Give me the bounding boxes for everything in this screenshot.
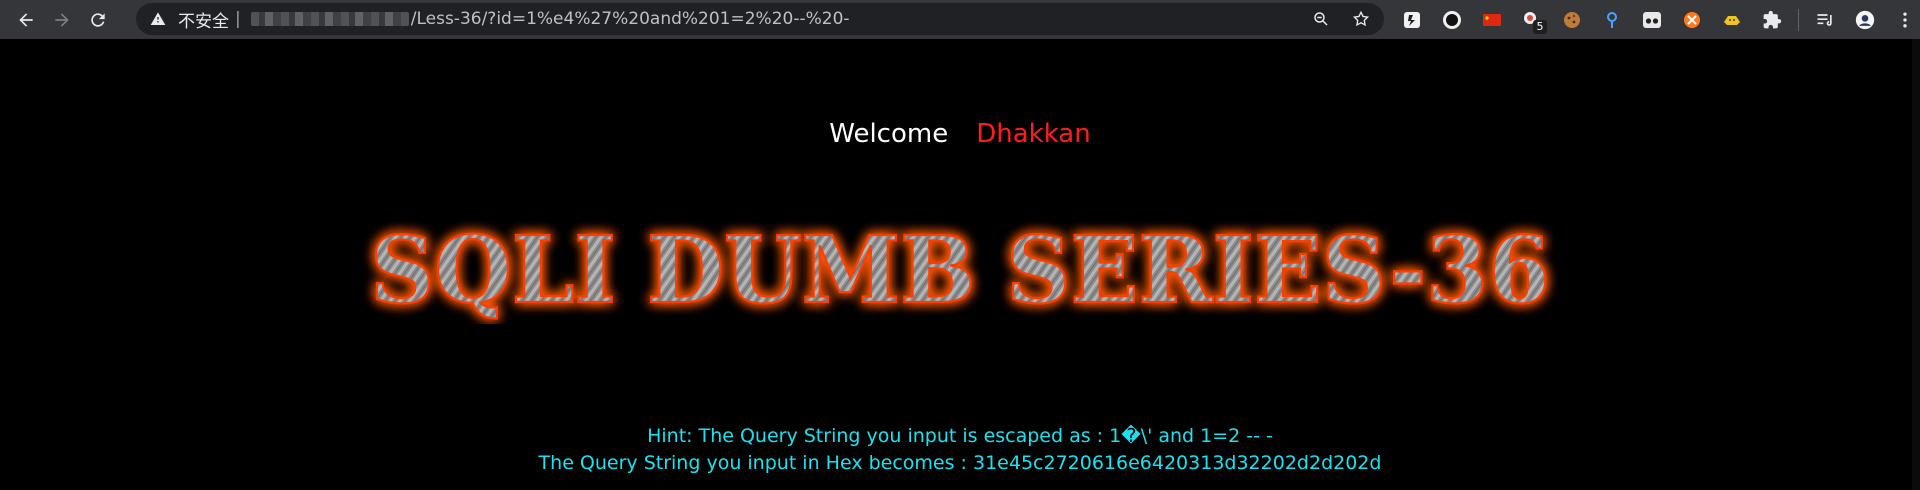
extensions-bar: 5 [1392, 0, 1920, 39]
extension-orange-button[interactable] [1672, 0, 1712, 39]
url-path[interactable]: /Less-36/?id=1%e4%27%20and%201=2%20--%20… [411, 9, 850, 29]
more-vertical-icon [1903, 12, 1907, 27]
extension-yellow-icon [1724, 15, 1740, 25]
page-content: Welcome Dhakkan SQLI DUMB SERIES-36 Hint:… [0, 39, 1920, 490]
title-banner: SQLI DUMB SERIES-36 [0, 214, 1920, 325]
extension-orange-icon [1684, 11, 1700, 28]
extension-flag-icon [1483, 13, 1501, 26]
url-host-redacted [250, 12, 409, 26]
extension-dark-icon [1404, 11, 1420, 28]
hint-hex: The Query String you input in Hex become… [538, 452, 1382, 474]
extension-yellow-button[interactable] [1712, 0, 1752, 39]
extension-badge-count: 5 [1533, 20, 1547, 34]
browser-toolbar: 不安全 | /Less-36/?id=1%e4%27%20and%201=2%2… [0, 0, 1920, 39]
bookmark-star-icon[interactable] [1352, 10, 1370, 28]
extension-pin-button[interactable] [1592, 0, 1632, 39]
browser-menu-button[interactable] [1885, 0, 1920, 39]
reading-list-button[interactable] [1805, 0, 1845, 39]
reload-icon [91, 12, 105, 27]
page-title: SQLI DUMB SERIES-36 [370, 216, 1550, 324]
welcome-label: Welcome [829, 119, 949, 149]
arrow-left-icon [19, 12, 33, 27]
address-bar[interactable]: 不安全 | /Less-36/?id=1%e4%27%20and%201=2%2… [136, 3, 1384, 35]
avatar-icon [1855, 10, 1875, 29]
arrow-right-icon [55, 12, 69, 27]
extensions-menu-button[interactable] [1752, 0, 1792, 39]
welcome-line: Welcome Dhakkan [0, 119, 1920, 149]
extension-glasses-icon [1643, 11, 1661, 28]
toolbar-divider [1798, 8, 1799, 31]
profile-avatar-button[interactable] [1845, 0, 1885, 39]
back-button[interactable] [8, 0, 44, 39]
extension-dark-button[interactable] [1392, 0, 1432, 39]
user-name: Dhakkan [976, 119, 1091, 149]
title-graphic: SQLI DUMB SERIES-36 [369, 215, 1551, 325]
security-status[interactable]: 不安全 [178, 7, 229, 32]
extension-cookie-icon [1564, 11, 1580, 28]
scrollbar-track[interactable] [1912, 39, 1920, 490]
forward-button[interactable] [44, 0, 80, 39]
hint-escaped: Hint: The Query String you input is esca… [647, 425, 1273, 447]
extension-badge-button[interactable]: 5 [1512, 0, 1552, 39]
extensions-puzzle-icon [1763, 10, 1782, 28]
extension-flag-button[interactable] [1472, 0, 1512, 39]
extension-circle-button[interactable] [1432, 0, 1472, 39]
extension-circle-icon [1443, 10, 1461, 29]
warning-icon [150, 11, 166, 27]
url-separator: | [235, 9, 241, 29]
extension-cookie-button[interactable] [1552, 0, 1592, 39]
reading-list-icon [1817, 13, 1832, 26]
extension-glasses-button[interactable] [1632, 0, 1672, 39]
extension-pin-icon [1607, 11, 1617, 28]
zoom-icon[interactable] [1312, 10, 1330, 28]
reload-button[interactable] [80, 0, 116, 39]
